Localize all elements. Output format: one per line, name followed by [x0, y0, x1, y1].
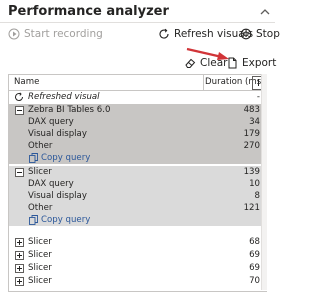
row-name: Slicer [28, 263, 52, 273]
row-duration: 121 [243, 203, 260, 213]
annotation-arrow [186, 47, 229, 60]
table-row: Other 121 [9, 202, 264, 214]
table-row[interactable]: Slicer 68 [9, 236, 264, 248]
expand-icon[interactable] [15, 251, 24, 260]
header-divider [0, 22, 275, 23]
table-row[interactable]: Slicer 70 [9, 275, 264, 287]
table-header: Name Duration (ms) [9, 75, 267, 91]
row-name: Slicer [28, 276, 52, 286]
row-duration: 10 [249, 179, 260, 189]
row-duration: 483 [243, 105, 260, 115]
pane-title: Performance analyzer [8, 4, 169, 19]
row-duration: 8 [254, 191, 260, 201]
table-row: DAX query 34 [9, 116, 264, 128]
row-name: Visual display [28, 129, 87, 139]
results-table: Name Duration (ms) Refreshed visual - Ze… [8, 74, 267, 292]
refresh-icon [159, 28, 169, 39]
table-row: Visual display 8 [9, 190, 264, 202]
row-name: Slicer [28, 237, 52, 247]
collapse-icon[interactable] [15, 168, 24, 177]
table-row: DAX query 10 [9, 178, 264, 190]
row-duration: - [256, 92, 260, 102]
table-row[interactable]: Slicer 139 [9, 166, 264, 178]
row-name: Other [28, 203, 53, 213]
table-row: Copy query [9, 152, 264, 164]
expand-icon[interactable] [15, 277, 24, 286]
refresh-visuals-button[interactable]: Refresh visuals [158, 28, 253, 40]
vertical-scrollbar[interactable] [261, 74, 267, 290]
pane-header: Performance analyzer [0, 0, 275, 24]
chevron-up-icon[interactable] [259, 6, 271, 18]
row-duration: 70 [249, 276, 260, 286]
export-button[interactable]: Export [226, 57, 276, 69]
row-name: DAX query [28, 179, 74, 189]
copy-query-link[interactable]: Copy query [41, 214, 90, 226]
copy-icon [29, 153, 38, 163]
stop-icon [240, 28, 252, 40]
row-name: Slicer [28, 250, 52, 260]
row-duration: 139 [243, 167, 260, 177]
stop-label: Stop [256, 28, 280, 40]
row-duration: 69 [249, 250, 260, 260]
row-name: Refreshed visual [28, 92, 100, 102]
table-row: Copy query [9, 214, 264, 226]
row-name: DAX query [28, 117, 74, 127]
row-duration: 68 [249, 237, 260, 247]
table-row[interactable]: Slicer 69 [9, 262, 264, 274]
table-row: Visual display 179 [9, 128, 264, 140]
column-separator [203, 75, 204, 90]
start-recording-label: Start recording [24, 28, 103, 40]
expand-icon[interactable] [15, 238, 24, 247]
table-row[interactable]: Slicer 69 [9, 249, 264, 261]
copy-icon [29, 215, 38, 225]
start-recording-button[interactable]: Start recording [8, 28, 103, 40]
row-name: Zebra BI Tables 6.0 [28, 105, 111, 115]
row-name: Slicer [28, 167, 52, 177]
refresh-icon [15, 92, 23, 101]
table-row[interactable]: Refreshed visual - [9, 91, 264, 103]
row-duration: 270 [243, 141, 260, 151]
expand-icon[interactable] [15, 264, 24, 273]
stop-button[interactable]: Stop [240, 28, 280, 40]
collapse-icon[interactable] [15, 106, 24, 115]
row-duration: 34 [249, 117, 260, 127]
row-duration: 69 [249, 263, 260, 273]
performance-analyzer-pane: Performance analyzer Start recording Ref… [0, 0, 280, 300]
table-row: Other 270 [9, 140, 264, 152]
export-label: Export [242, 57, 277, 69]
row-duration: 179 [243, 129, 260, 139]
row-name: Other [28, 141, 53, 151]
table-row[interactable]: Zebra BI Tables 6.0 483 [9, 104, 264, 116]
copy-query-link[interactable]: Copy query [41, 152, 90, 164]
column-name-header[interactable]: Name [14, 77, 39, 87]
record-icon [8, 28, 20, 40]
row-name: Visual display [28, 191, 87, 201]
